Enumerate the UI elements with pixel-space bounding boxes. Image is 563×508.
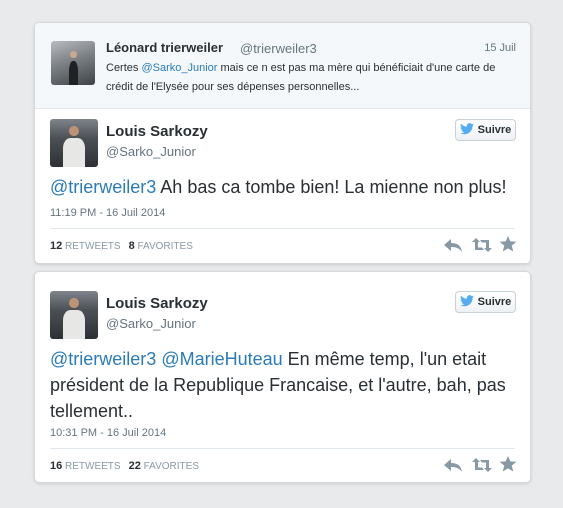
retweet-icon[interactable] xyxy=(472,457,492,473)
author-avatar[interactable] xyxy=(50,291,98,339)
mention-link[interactable]: @trierweiler3 xyxy=(50,349,156,369)
parent-tweet[interactable]: Léonard trierweiler @trierweiler3 15 Jui… xyxy=(35,23,530,109)
mention-link[interactable]: @trierweiler3 xyxy=(50,177,156,197)
retweets-label[interactable]: RETWEETS xyxy=(65,461,121,472)
tweet-text: @trierweiler3 Ah bas ca tombe bien! La m… xyxy=(50,174,520,200)
retweet-count[interactable]: 12 xyxy=(50,240,62,252)
parent-author-name[interactable]: Léonard trierweiler xyxy=(106,40,223,55)
tweet-timestamp[interactable]: 11:19 PM - 16 Juil 2014 xyxy=(50,207,165,219)
retweet-icon[interactable] xyxy=(472,237,492,253)
author-name[interactable]: Louis Sarkozy xyxy=(106,295,208,312)
tweet-stats: 12 RETWEETS 8 FAVORITES xyxy=(50,240,193,252)
author-avatar[interactable] xyxy=(50,119,98,167)
retweet-count[interactable]: 16 xyxy=(50,460,62,472)
parent-tweet-date[interactable]: 15 Juil xyxy=(484,42,516,54)
parent-text-start: Certes xyxy=(106,62,142,74)
retweets-label[interactable]: RETWEETS xyxy=(65,241,121,252)
tweet-text: @trierweiler3 @MarieHuteau En même temp,… xyxy=(50,346,520,424)
author-handle[interactable]: @Sarko_Junior xyxy=(106,144,196,159)
favorite-count[interactable]: 8 xyxy=(129,240,135,252)
follow-button[interactable]: Suivre xyxy=(455,119,516,141)
divider xyxy=(50,228,515,229)
tweet-stats: 16 RETWEETS 22 FAVORITES xyxy=(50,460,199,472)
favorite-star-icon[interactable] xyxy=(498,236,518,252)
parent-author-handle[interactable]: @trierweiler3 xyxy=(240,41,317,56)
author-name[interactable]: Louis Sarkozy xyxy=(106,123,208,140)
reply-icon[interactable] xyxy=(443,237,463,253)
follow-button[interactable]: Suivre xyxy=(455,291,516,313)
favorites-label[interactable]: FAVORITES xyxy=(144,461,199,472)
tweet-timestamp[interactable]: 10:31 PM - 16 Juil 2014 xyxy=(50,427,166,439)
favorite-count[interactable]: 22 xyxy=(129,460,141,472)
tweet-card: Léonard trierweiler @trierweiler3 15 Jui… xyxy=(34,22,531,264)
reply-icon[interactable] xyxy=(443,457,463,473)
follow-button-label: Suivre xyxy=(477,124,512,136)
mention-link[interactable]: @MarieHuteau xyxy=(161,349,282,369)
divider xyxy=(50,448,515,449)
favorite-star-icon[interactable] xyxy=(498,456,518,472)
tweet-card: Louis Sarkozy @Sarko_Junior Suivre @trie… xyxy=(34,271,531,483)
parent-author-avatar[interactable] xyxy=(51,41,95,85)
tweet-body: Ah bas ca tombe bien! La mienne non plus… xyxy=(156,177,507,197)
twitter-bird-icon xyxy=(459,122,474,138)
mention-link[interactable]: @Sarko_Junior xyxy=(141,62,217,74)
twitter-bird-icon xyxy=(459,294,474,310)
parent-tweet-text: Certes @Sarko_Junior mais ce n est pas m… xyxy=(106,59,511,97)
follow-button-label: Suivre xyxy=(477,296,512,308)
favorites-label[interactable]: FAVORITES xyxy=(138,241,193,252)
author-handle[interactable]: @Sarko_Junior xyxy=(106,316,196,331)
